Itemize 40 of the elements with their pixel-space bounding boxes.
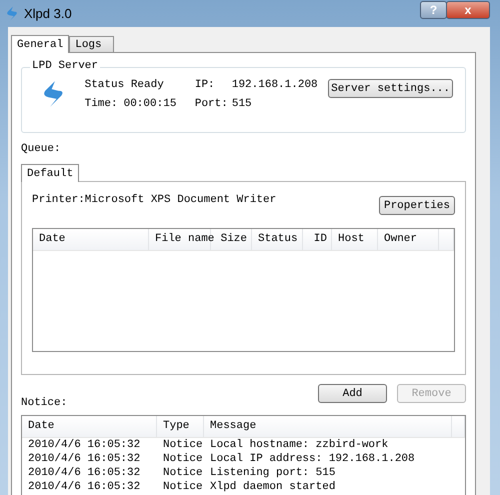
tab[interactable]: Default — [21, 164, 80, 182]
table-cell-text: 2010/4/6 16:05:32 — [27, 466, 142, 480]
time-label: Time: — [84, 98, 119, 110]
time-value: 00:00:15 — [124, 98, 176, 110]
column-header[interactable]: Host — [332, 229, 378, 250]
status-text: Status Ready — [84, 79, 165, 91]
tab[interactable]: Logs — [69, 36, 114, 52]
notice-label: Notice: — [21, 397, 68, 409]
table-cell-text: Xlpd daemon started — [209, 480, 336, 494]
server-settings-button[interactable]: Server settings... — [328, 79, 453, 98]
port-value: 515 — [232, 98, 252, 110]
column-header[interactable]: Date — [33, 229, 149, 250]
tab[interactable]: General — [11, 35, 70, 53]
ip-value: 192.168.1.208 — [232, 79, 318, 91]
column-header[interactable]: Message — [204, 416, 452, 437]
queue-label: Queue: — [21, 143, 62, 155]
table-cell-text: Notice — [162, 480, 204, 494]
column-header[interactable]: Owner — [378, 229, 439, 250]
column-header[interactable]: Type — [157, 416, 204, 437]
column-header[interactable]: File name — [149, 229, 211, 250]
table-cell-text: Local hostname: zzbird-work — [209, 438, 390, 452]
column-header[interactable]: Date — [22, 416, 157, 437]
table-cell-text: Notice — [162, 452, 204, 466]
table-cell-text: 2010/4/6 16:05:32 — [27, 438, 142, 452]
table-cell-text: Local IP address: 192.168.1.208 — [209, 452, 416, 466]
column-header[interactable]: ID — [303, 229, 332, 250]
column-header[interactable]: Status — [252, 229, 303, 250]
window-title: Xlpd 3.0 — [24, 6, 72, 21]
port-label: Port: — [194, 98, 229, 110]
properties-button[interactable]: Properties — [378, 196, 455, 215]
ip-label: IP: — [194, 79, 216, 91]
list-button: Remove — [397, 384, 466, 403]
list-button[interactable]: Add — [318, 384, 387, 403]
table-cell-text: Listening port: 515 — [209, 466, 336, 480]
table-cell-text: 2010/4/6 16:05:32 — [27, 480, 142, 494]
table-cell-text: 2010/4/6 16:05:32 — [27, 452, 142, 466]
scroll-icon — [6, 6, 18, 21]
printer-name: Printer:Microsoft XPS Document Writer — [32, 194, 276, 206]
table-cell-text: Notice — [162, 466, 204, 480]
table-cell-text: Notice — [162, 438, 204, 452]
